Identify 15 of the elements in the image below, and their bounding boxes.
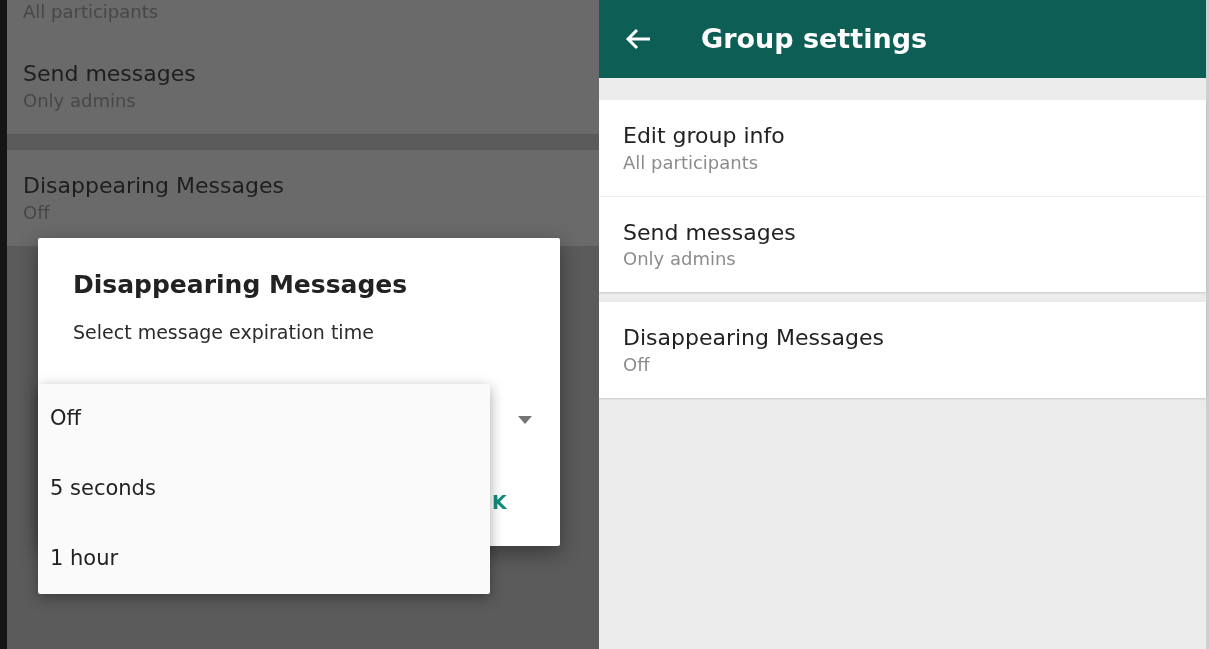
setting-value: Off bbox=[623, 352, 651, 376]
setting-title[interactable]: Edit group info bbox=[623, 122, 1190, 151]
menu-option[interactable]: Off bbox=[38, 384, 490, 454]
dialog-title: Disappearing Messages bbox=[73, 269, 408, 301]
menu-option[interactable]: 1 hour bbox=[38, 524, 490, 594]
ok-button[interactable]: K bbox=[492, 488, 507, 517]
dropdown-caret-icon[interactable] bbox=[518, 416, 532, 424]
setting-value: Only admins bbox=[623, 247, 737, 271]
setting-title[interactable]: Disappearing Messages bbox=[623, 324, 1190, 353]
dialog-message: Select message expiration time bbox=[73, 320, 374, 345]
back-icon[interactable] bbox=[625, 28, 651, 50]
setting-value: All participants bbox=[623, 150, 760, 174]
setting-title[interactable]: Send messages bbox=[623, 218, 1190, 248]
menu-option[interactable]: 5 seconds bbox=[38, 454, 490, 524]
app-bar-title: Group settings bbox=[701, 21, 928, 56]
